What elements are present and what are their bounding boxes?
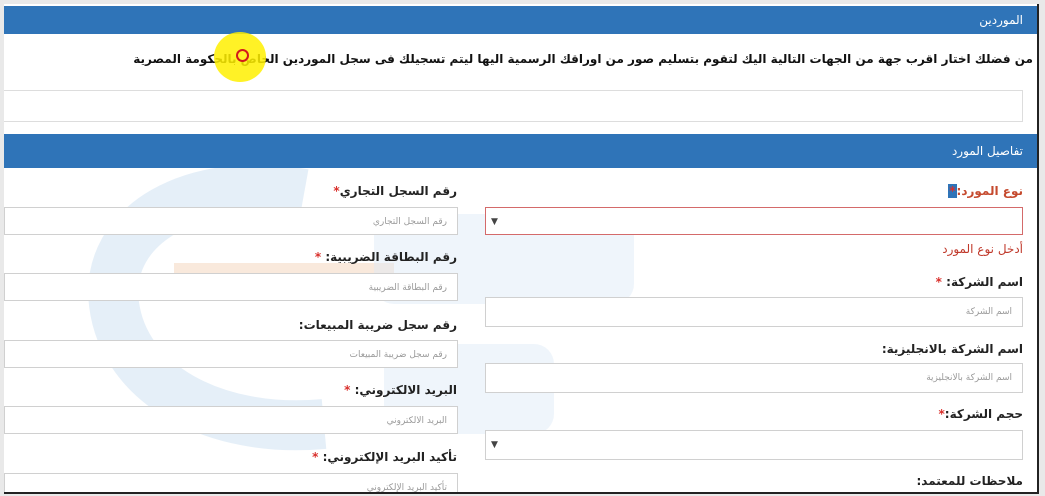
commercial-register-input[interactable]: رقم السجل التجاري: [4, 207, 458, 235]
company-name-label: اسم الشركة: *: [935, 275, 1023, 289]
email-label: البريد الالكتروني: *: [344, 383, 457, 397]
company-size-select[interactable]: ▼: [485, 430, 1023, 460]
supplier-type-select[interactable]: ▼: [485, 207, 1023, 235]
email-confirm-label: تأكيد البريد الإلكتروني: *: [312, 450, 457, 464]
commercial-register-label: رقم السجل التجاري*: [333, 184, 457, 198]
sales-tax-input[interactable]: رقم سجل ضريبة المبيعات: [4, 340, 458, 368]
supplier-type-label: نوع المورد:*: [948, 184, 1023, 198]
suppliers-page: الموردين من فضلك اختار اقرب جهة من الجها…: [4, 4, 1039, 494]
required-star: *: [935, 275, 942, 289]
instruction-text: من فضلك اختار اقرب جهة من الجهات التالية…: [133, 52, 1033, 66]
chevron-down-icon: ▼: [491, 440, 498, 450]
company-name-en-input[interactable]: اسم الشركة بالانجليزية: [485, 363, 1023, 393]
company-name-input[interactable]: اسم الشركة: [485, 297, 1023, 327]
header-bar: الموردين: [4, 6, 1037, 34]
supplier-type-error: أدخل نوع المورد: [942, 242, 1023, 256]
required-star: *: [948, 184, 957, 198]
tax-card-label: رقم البطاقة الضريبية: *: [314, 250, 457, 264]
required-star: *: [314, 250, 322, 264]
sales-tax-label: رقم سجل ضريبة المبيعات:: [298, 318, 457, 332]
tax-card-input[interactable]: رقم البطاقة الضريبية: [4, 273, 458, 301]
email-input[interactable]: البريد الالكتروني: [4, 406, 458, 434]
chevron-down-icon: ▼: [491, 217, 498, 227]
required-star: *: [344, 383, 351, 397]
email-confirm-input[interactable]: تأكيد البريد الإلكتروني: [4, 473, 458, 492]
header-title: الموردين: [979, 13, 1023, 27]
section-title: تفاصيل المورد: [951, 144, 1023, 158]
required-star: *: [312, 450, 319, 464]
company-name-en-label: اسم الشركة بالانجليزية:: [881, 342, 1023, 356]
office-select-area[interactable]: [4, 90, 1023, 122]
cursor-highlight-icon: [214, 32, 266, 82]
section-bar: تفاصيل المورد: [4, 134, 1037, 168]
company-size-label: حجم الشركة:*: [938, 407, 1023, 421]
notes-label: ملاحظات للمعتمد:: [916, 474, 1023, 488]
